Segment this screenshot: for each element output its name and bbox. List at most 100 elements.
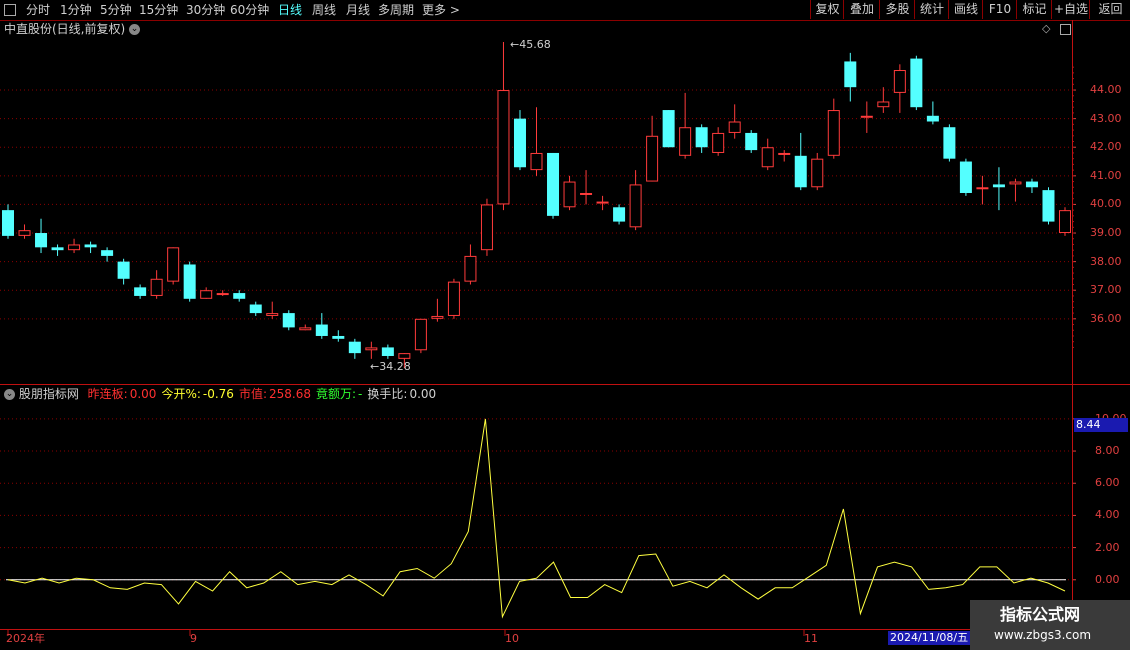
- candle: [381, 344, 394, 359]
- candle-body: [580, 192, 593, 195]
- candle: [959, 158, 972, 196]
- candle-body: [959, 161, 972, 193]
- candle: [35, 218, 48, 254]
- candle-body: [943, 127, 956, 159]
- watermark-logo: 指标公式网 www.zbgs3.com: [970, 600, 1130, 650]
- candle-body: [547, 152, 560, 216]
- candle-body: [910, 58, 923, 108]
- indicator-line: [7, 418, 1066, 619]
- candle-body: [249, 304, 262, 314]
- candle-body: [745, 132, 758, 151]
- indicator-field-2: 市值: 258.68: [239, 387, 311, 401]
- candle-body: [811, 158, 824, 188]
- candle: [1042, 187, 1055, 225]
- indicator-field-value: -: [358, 387, 363, 401]
- candle-body: [497, 90, 510, 205]
- watermark-title: 指标公式网: [1000, 605, 1081, 624]
- candle-body: [530, 152, 543, 171]
- candle: [728, 104, 741, 139]
- candle: [348, 338, 361, 359]
- candle-body: [1059, 210, 1071, 234]
- candle-body: [414, 318, 427, 351]
- candle: [794, 132, 807, 191]
- candle: [150, 270, 163, 299]
- low-price-label: ←34.28: [370, 360, 411, 373]
- candle: [679, 92, 692, 159]
- x-label-oct: 10: [505, 632, 519, 645]
- candle-body: [150, 278, 163, 296]
- candle: [216, 290, 229, 296]
- candle: [613, 204, 626, 225]
- current-value-box: 8.44: [1074, 418, 1128, 432]
- indicator-field-1: 今开%: -0.76: [161, 387, 234, 401]
- candle: [1025, 178, 1038, 193]
- candle: [18, 224, 31, 239]
- candle-body: [480, 204, 493, 251]
- indicator-field-label: 昨连板:: [87, 387, 128, 401]
- candle-body: [877, 101, 890, 108]
- candle: [101, 247, 114, 262]
- candle: [992, 167, 1005, 211]
- indicator-field-value: -0.76: [202, 387, 234, 401]
- price-axis-label: 38.00: [1090, 254, 1122, 268]
- candle: [761, 138, 774, 171]
- candle: [811, 152, 824, 191]
- x-label-year: 2024年: [6, 632, 45, 645]
- candle-body: [1025, 181, 1038, 188]
- candle-body: [200, 290, 213, 299]
- price-axis-label: 41.00: [1090, 168, 1122, 182]
- candle: [893, 64, 906, 113]
- candle-body: [348, 341, 361, 354]
- candle: [877, 87, 890, 113]
- price-axis-label: 42.00: [1090, 140, 1122, 154]
- candle: [1009, 178, 1022, 202]
- candle-body: [1009, 181, 1022, 185]
- candle-body: [761, 147, 774, 168]
- candle-body: [447, 281, 460, 316]
- watermark-url: www.zbgs3.com: [994, 628, 1092, 642]
- candle-body: [18, 230, 31, 236]
- candle: [480, 198, 493, 256]
- candle: [547, 152, 560, 219]
- candle: [943, 124, 956, 162]
- candle-body: [844, 61, 857, 88]
- candle-body: [926, 115, 939, 122]
- candle-body: [613, 207, 626, 222]
- candle-body: [794, 155, 807, 188]
- indicator-axis-label: 4.00: [1095, 508, 1120, 522]
- candle-body: [266, 313, 279, 316]
- candle-body: [68, 244, 81, 251]
- candle: [646, 115, 659, 182]
- indicator-field-label: 今开%:: [161, 387, 201, 401]
- price-axis-label: 40.00: [1090, 197, 1122, 211]
- indicator-field-value: 0.00: [409, 387, 437, 401]
- candle-body: [893, 70, 906, 93]
- candle-body: [860, 115, 873, 118]
- candle: [266, 301, 279, 319]
- indicator-axis-label: 8.00: [1095, 444, 1120, 458]
- candle-body: [695, 127, 708, 148]
- candle: [563, 175, 576, 211]
- candle-body: [282, 313, 295, 328]
- price-axis-label: 37.00: [1090, 283, 1122, 297]
- candle: [414, 318, 427, 354]
- indicator-field-label: 换手比:: [367, 387, 408, 401]
- candle: [249, 301, 262, 316]
- chart-area[interactable]: [0, 0, 1130, 650]
- candle: [464, 244, 477, 285]
- candle-body: [315, 324, 328, 336]
- candle-body: [84, 244, 97, 248]
- indicator-field-value: 258.68: [269, 387, 311, 401]
- candle-body: [976, 187, 989, 190]
- indicator-field-4: 换手比: 0.00: [367, 387, 436, 401]
- candle-body: [101, 250, 114, 256]
- candle-body: [778, 152, 791, 155]
- candle: [447, 278, 460, 319]
- candle-body: [679, 127, 692, 156]
- candle: [68, 238, 81, 254]
- candle: [167, 247, 180, 285]
- candle-body: [992, 184, 1005, 188]
- chevron-down-icon[interactable]: ⌄: [4, 389, 15, 400]
- candle: [431, 298, 444, 322]
- candle: [513, 110, 526, 171]
